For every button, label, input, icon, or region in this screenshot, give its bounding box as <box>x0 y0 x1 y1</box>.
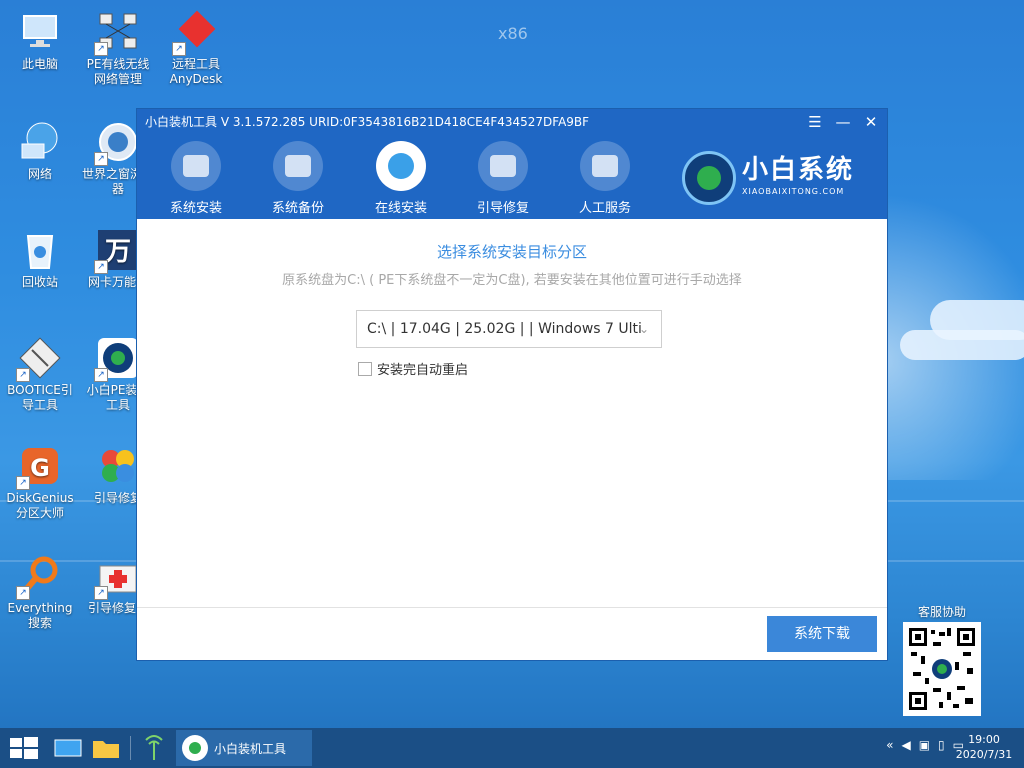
close-button[interactable]: ✕ <box>861 109 881 135</box>
auto-restart-checkbox[interactable]: 安装完自动重启 <box>358 359 468 378</box>
desktop-icon-bootice[interactable]: ↗ BOOTICE引导工具 <box>4 336 76 413</box>
nav-label: 人工服务 <box>578 201 631 216</box>
page-title: 选择系统安装目标分区 <box>436 243 587 261</box>
nav-label: 系统备份 <box>271 201 324 216</box>
nav-label: 在线安装 <box>374 201 427 216</box>
folder-icon[interactable] <box>90 734 122 762</box>
shortcut-arrow-icon: ↗ <box>16 476 30 490</box>
first-aid-kit-icon: ↗ <box>94 554 140 600</box>
xiaobai-logo-icon <box>682 151 736 205</box>
desktop-icon-label: 远程工具AnyDesk <box>169 57 223 86</box>
desktop-icon-label: DiskGenius分区大师 <box>6 491 74 520</box>
svg-text:万: 万 <box>105 237 131 267</box>
network-diagram-icon: ↗ <box>94 10 140 56</box>
svg-text:G: G <box>30 454 50 482</box>
backup-icon <box>273 141 323 191</box>
window-footer: 系统下载 <box>137 607 887 660</box>
window-title: 小白装机工具 V 3.1.572.285 URID:0F3543816B21D4… <box>145 115 590 129</box>
taskbar-app-xiaobai[interactable]: 小白装机工具 <box>176 730 312 766</box>
system-download-button[interactable]: 系统下载 <box>767 616 877 652</box>
qr-label: 客服协助 <box>917 605 966 619</box>
desktop-icon-this-pc[interactable]: 此电脑 <box>4 10 76 72</box>
nav-boot-repair[interactable]: 引导修复 <box>461 141 545 216</box>
nic-driver-icon: 万 ↗ <box>94 228 140 274</box>
desktop-icon-network-manager[interactable]: ↗ PE有线无线网络管理 <box>82 10 154 87</box>
partition-select[interactable]: C:\ | 17.04G | 25.02G | | Windows 7 Ulti… <box>356 310 662 348</box>
cloud <box>900 330 1024 360</box>
pinwheel-icon <box>96 444 140 488</box>
globe-icon: ↗ <box>94 120 140 166</box>
shortcut-arrow-icon: ↗ <box>16 586 30 600</box>
desktop-icon-diskgenius[interactable]: G ↗ DiskGenius分区大师 <box>4 444 76 521</box>
hint-text: 原系统盘为C:\ ( PE下系统盘不一定为C盘), 若要安装在其他位置可进行手动… <box>282 273 742 288</box>
shortcut-arrow-icon: ↗ <box>94 260 108 274</box>
arch-label: x86 <box>498 24 528 43</box>
usb-icon[interactable]: ▯ <box>938 738 945 752</box>
clock-time: 19:00 <box>968 733 1000 746</box>
minimize-button[interactable]: — <box>833 109 853 135</box>
windows-start-icon[interactable] <box>10 737 38 762</box>
desktop-icon-label: 回收站 <box>21 275 58 289</box>
chevron-down-icon: ⌄ <box>638 322 649 336</box>
shortcut-arrow-icon: ↗ <box>16 368 30 382</box>
shortcut-arrow-icon: ↗ <box>172 42 186 56</box>
nav-manual-service[interactable]: 人工服务 <box>563 141 647 216</box>
desktop-icon-anydesk[interactable]: ↗ 远程工具AnyDesk <box>160 10 232 87</box>
desktop-icon-recycle-bin[interactable]: 回收站 <box>4 228 76 290</box>
display-icon[interactable]: ▣ <box>919 738 930 752</box>
xiaobai-logo-icon: ↗ <box>94 336 140 382</box>
nav-system-backup[interactable]: 系统备份 <box>256 141 340 216</box>
volume-icon[interactable]: ◀ <box>901 738 910 752</box>
diskgenius-icon: G ↗ <box>16 444 62 490</box>
nav-online-install[interactable]: 在线安装 <box>359 141 443 216</box>
shortcut-arrow-icon: ↗ <box>94 368 108 382</box>
desktop-icon-network[interactable]: 网络 <box>4 120 76 182</box>
window-controls: ☰ — ✕ <box>805 109 881 135</box>
taskbar-app-label: 小白装机工具 <box>214 741 287 756</box>
anydesk-icon: ↗ <box>172 10 218 56</box>
menu-icon[interactable]: ☰ <box>805 109 825 135</box>
desktop-icon-label: PE有线无线网络管理 <box>86 57 150 86</box>
xiaobai-logo-icon <box>182 735 208 761</box>
download-icon <box>376 141 426 191</box>
installer-window: 小白装机工具 V 3.1.572.285 URID:0F3543816B21D4… <box>137 109 887 660</box>
nav-label: 系统安装 <box>169 201 222 216</box>
shortcut-arrow-icon: ↗ <box>94 42 108 56</box>
brand: 小白系统 XIAOBAIXITONG.COM <box>682 147 882 207</box>
wifi-antenna-icon[interactable] <box>138 734 170 762</box>
taskbar-separator <box>130 736 131 760</box>
main-nav: 系统安装 系统备份 在线安装 引导修复 人工服务 小白系统 XIAOBAIXIT… <box>137 135 887 219</box>
shortcut-arrow-icon: ↗ <box>94 586 108 600</box>
clock-date: 2020/7/31 <box>955 748 1013 761</box>
toolbox-icon <box>478 141 528 191</box>
chat-icon <box>580 141 630 191</box>
partition-select-value: C:\ | 17.04G | 25.02G | | Windows 7 Ulti <box>367 321 642 337</box>
monitor-icon <box>18 10 62 54</box>
chevron-left-icon[interactable]: « <box>886 738 893 752</box>
system-install-icon <box>171 141 221 191</box>
desktop-icon-label: BOOTICE引导工具 <box>7 383 73 412</box>
desktop-icon-label: Everything搜索 <box>7 601 73 630</box>
bootice-icon: ↗ <box>16 336 62 382</box>
taskbar: 小白装机工具 « ◀ ▣ ▯ ▭ 19:00 2020/7/31 <box>0 728 1024 768</box>
desktop-icon-everything[interactable]: ↗ Everything搜索 <box>4 554 76 631</box>
qr-code <box>903 622 981 716</box>
shortcut-arrow-icon: ↗ <box>94 152 108 166</box>
desktop-icon-label: 网络 <box>27 167 52 181</box>
brand-name: 小白系统 <box>742 155 855 185</box>
nav-label: 引导修复 <box>476 201 529 216</box>
clock[interactable]: 19:00 2020/7/31 <box>952 732 1016 762</box>
nav-system-install[interactable]: 系统安装 <box>154 141 238 216</box>
title-bar[interactable]: 小白装机工具 V 3.1.572.285 URID:0F3543816B21D4… <box>137 109 887 135</box>
show-desktop-icon[interactable] <box>52 734 84 762</box>
magnifier-icon: ↗ <box>16 554 62 600</box>
desktop-icon-label: 此电脑 <box>21 57 58 71</box>
desktop-icon-label: 引导修复 <box>93 491 142 505</box>
brand-domain: XIAOBAIXITONG.COM <box>742 187 845 196</box>
checkbox-box[interactable] <box>358 361 372 376</box>
auto-restart-label: 安装完自动重启 <box>377 363 469 378</box>
recycle-bin-icon <box>18 228 62 272</box>
globe-icon <box>18 120 62 164</box>
main-content: 选择系统安装目标分区 原系统盘为C:\ ( PE下系统盘不一定为C盘), 若要安… <box>137 219 887 608</box>
